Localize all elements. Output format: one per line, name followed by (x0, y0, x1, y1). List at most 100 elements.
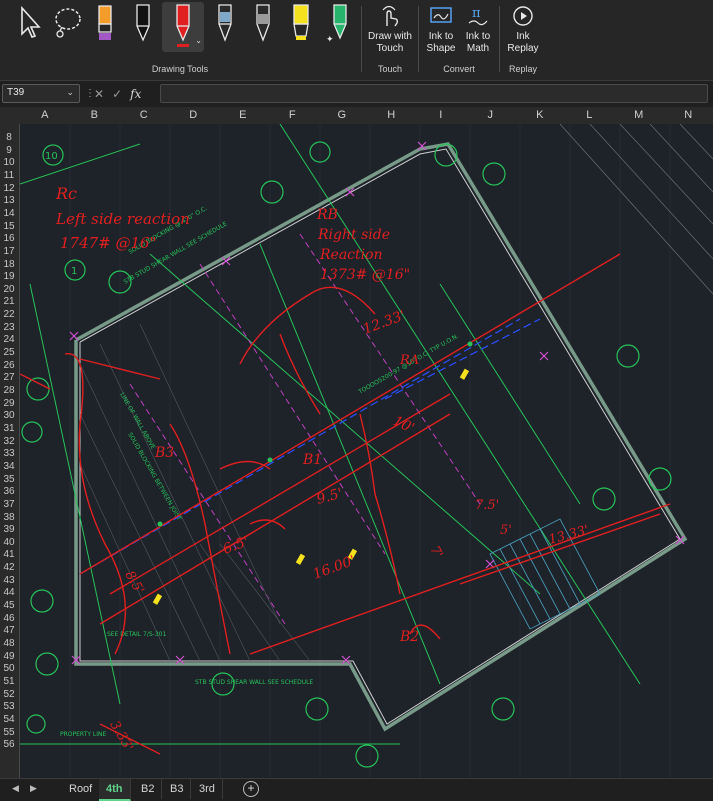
row-header-32[interactable]: 32 (0, 436, 18, 448)
column-header-i[interactable]: I (416, 109, 466, 121)
cancel-icon[interactable]: ✕ (94, 87, 104, 101)
sheet-tab-b3[interactable]: B3 (163, 779, 191, 799)
row-header-42[interactable]: 42 (0, 562, 18, 574)
row-header-37[interactable]: 37 (0, 499, 18, 511)
add-sheet-button[interactable]: + (243, 781, 259, 797)
row-header-16[interactable]: 16 (0, 233, 18, 245)
row-header-29[interactable]: 29 (0, 398, 18, 410)
row-header-28[interactable]: 28 (0, 385, 18, 397)
row-header-41[interactable]: 41 (0, 549, 18, 561)
row-header-56[interactable]: 56 (0, 739, 18, 751)
row-header-25[interactable]: 25 (0, 347, 18, 359)
row-header-51[interactable]: 51 (0, 676, 18, 688)
row-header-20[interactable]: 20 (0, 284, 18, 296)
red-pen[interactable]: ⌄ (162, 2, 204, 52)
row-header-30[interactable]: 30 (0, 410, 18, 422)
gray-pen[interactable] (244, 2, 282, 52)
row-header-26[interactable]: 26 (0, 360, 18, 372)
orange-highlighter-pen[interactable] (86, 2, 124, 52)
ink-dim-1600: 16.00' (311, 553, 358, 583)
row-header-46[interactable]: 46 (0, 613, 18, 625)
svg-text:π: π (472, 6, 481, 21)
row-header-48[interactable]: 48 (0, 638, 18, 650)
column-header-n[interactable]: N (664, 109, 713, 121)
column-header-l[interactable]: L (565, 109, 615, 121)
row-header-22[interactable]: 22 (0, 309, 18, 321)
sheet-tab-3rd[interactable]: 3rd (192, 779, 223, 799)
row-header-14[interactable]: 14 (0, 208, 18, 220)
row-header-31[interactable]: 31 (0, 423, 18, 435)
name-box[interactable]: T39 ⌄ (2, 84, 80, 103)
draw-with-touch-label-2: Touch (377, 43, 404, 55)
row-header-53[interactable]: 53 (0, 701, 18, 713)
black-pen[interactable] (124, 2, 162, 52)
enter-check-icon[interactable]: ✓ (112, 87, 122, 101)
row-header-9[interactable]: 9 (0, 145, 18, 157)
galaxy-pen[interactable] (206, 2, 244, 52)
ink-to-math-button[interactable]: π Ink to Math (460, 4, 496, 55)
column-header-c[interactable]: C (119, 109, 169, 121)
row-header-36[interactable]: 36 (0, 486, 18, 498)
row-header-33[interactable]: 33 (0, 448, 18, 460)
row-header-10[interactable]: 10 (0, 157, 18, 169)
column-header-d[interactable]: D (169, 109, 219, 121)
row-header-39[interactable]: 39 (0, 524, 18, 536)
row-header-45[interactable]: 45 (0, 600, 18, 612)
green-sparkle-pen[interactable]: ✦ (320, 2, 358, 52)
column-header-g[interactable]: G (317, 109, 367, 121)
chevron-down-icon[interactable]: ⌄ (195, 36, 202, 45)
ink-replay-button[interactable]: Ink Replay (504, 4, 542, 55)
chevron-down-icon[interactable]: ⌄ (66, 87, 74, 98)
column-header-j[interactable]: J (466, 109, 516, 121)
column-header-a[interactable]: A (20, 109, 70, 121)
row-header-19[interactable]: 19 (0, 271, 18, 283)
row-header-34[interactable]: 34 (0, 461, 18, 473)
row-header-27[interactable]: 27 (0, 372, 18, 384)
shear-wall-note-bottom: STB STUD SHEAR WALL SEE SCHEDULE (195, 679, 313, 686)
row-header-35[interactable]: 35 (0, 474, 18, 486)
ink-ra: RA (399, 353, 419, 368)
column-header-m[interactable]: M (614, 109, 664, 121)
scroll-left-icon[interactable]: ◀ (12, 783, 19, 794)
row-header-18[interactable]: 18 (0, 259, 18, 271)
row-header-38[interactable]: 38 (0, 512, 18, 524)
insert-function-icon[interactable]: fx (130, 87, 141, 101)
row-header-15[interactable]: 15 (0, 221, 18, 233)
row-header-24[interactable]: 24 (0, 334, 18, 346)
row-header-21[interactable]: 21 (0, 296, 18, 308)
column-header-k[interactable]: K (515, 109, 565, 121)
row-header-54[interactable]: 54 (0, 714, 18, 726)
row-header-12[interactable]: 12 (0, 183, 18, 195)
row-header-49[interactable]: 49 (0, 651, 18, 663)
yellow-highlighter[interactable] (282, 2, 320, 52)
column-header-h[interactable]: H (367, 109, 417, 121)
row-header-40[interactable]: 40 (0, 537, 18, 549)
row-header-55[interactable]: 55 (0, 727, 18, 739)
column-header-b[interactable]: B (70, 109, 120, 121)
row-header-52[interactable]: 52 (0, 689, 18, 701)
scroll-right-icon[interactable]: ▶ (30, 783, 37, 794)
column-header-f[interactable]: F (268, 109, 318, 121)
row-header-11[interactable]: 11 (0, 170, 18, 182)
worksheet-canvas[interactable]: 10 1 STB STUD SHEAR WALL SEE SCHEDULE SO… (20, 124, 713, 778)
column-header-e[interactable]: E (218, 109, 268, 121)
drawing-tools-group-label: Drawing Tools (130, 64, 230, 74)
row-header-8[interactable]: 8 (0, 132, 18, 144)
row-header-13[interactable]: 13 (0, 195, 18, 207)
ink-to-shape-button[interactable]: Ink to Shape (422, 4, 460, 55)
lasso-select-icon[interactable] (48, 2, 86, 52)
row-header-23[interactable]: 23 (0, 322, 18, 334)
sheet-tab-roof[interactable]: Roof (62, 779, 100, 799)
draw-with-touch-button[interactable]: Draw with Touch (364, 4, 416, 55)
ink-to-math-label-2: Math (467, 43, 489, 55)
formula-input[interactable] (160, 84, 708, 103)
row-header-17[interactable]: 17 (0, 246, 18, 258)
sheet-tab-b2[interactable]: B2 (134, 779, 162, 799)
sheet-tab-4th[interactable]: 4th (99, 779, 131, 801)
row-header-47[interactable]: 47 (0, 625, 18, 637)
ink-left-reaction: Left side reaction (55, 210, 190, 228)
row-header-43[interactable]: 43 (0, 575, 18, 587)
select-icon[interactable] (10, 2, 48, 52)
row-header-44[interactable]: 44 (0, 587, 18, 599)
row-header-50[interactable]: 50 (0, 663, 18, 675)
